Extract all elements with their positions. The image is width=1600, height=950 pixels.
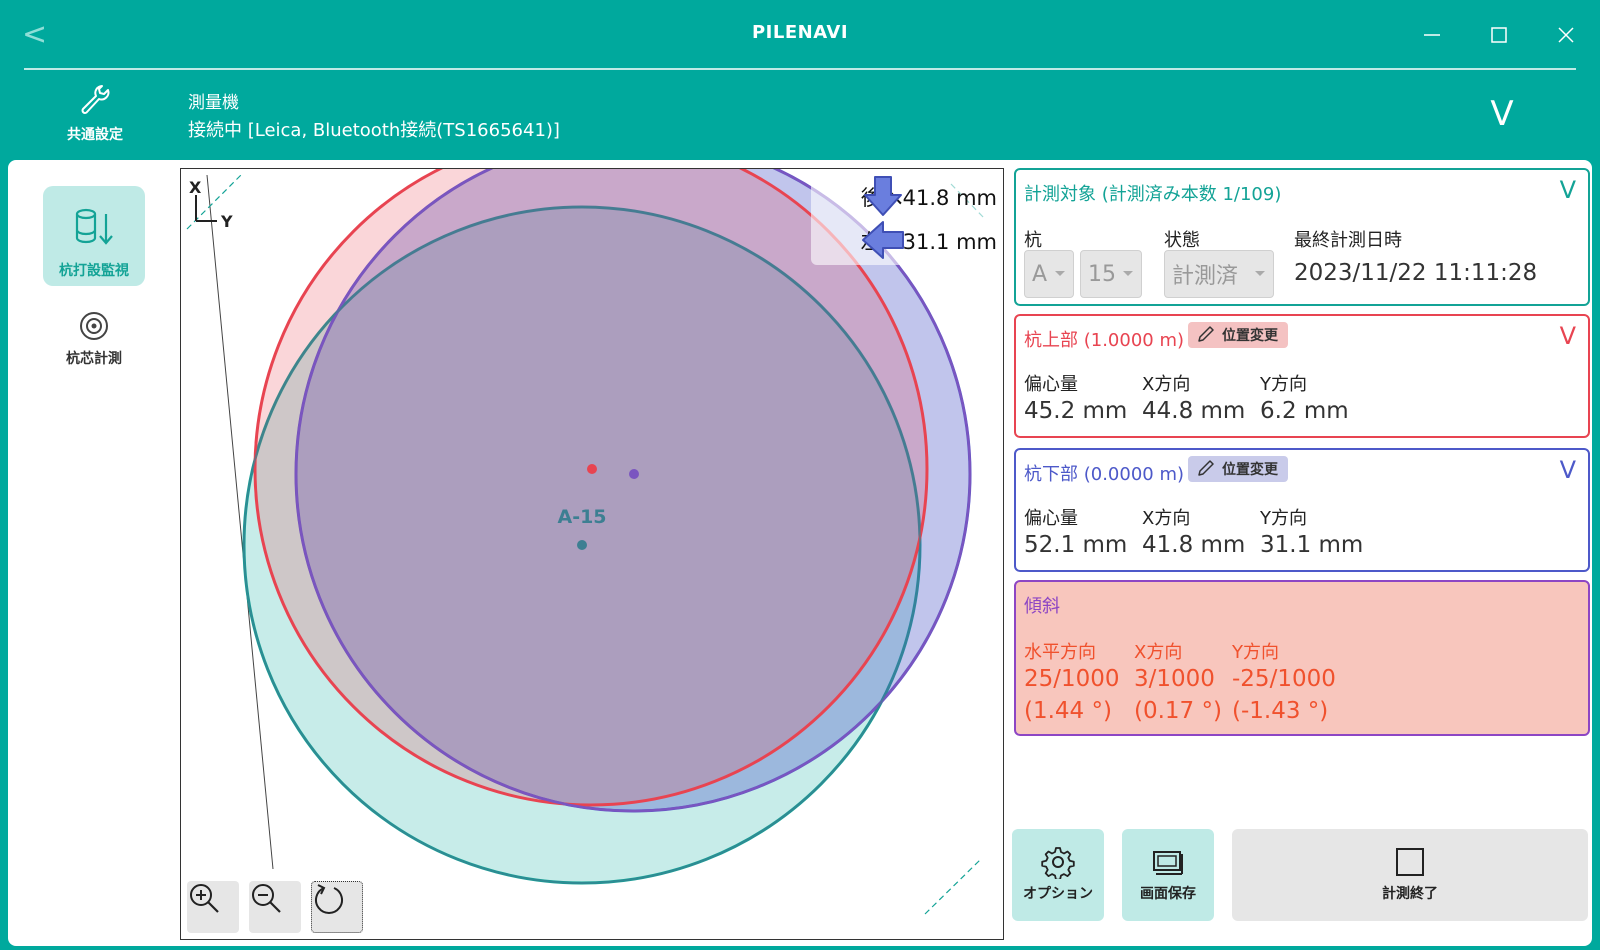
common-settings-button[interactable]: 共通設定 (50, 82, 140, 152)
x-direction-degree: (0.17 °) (1134, 698, 1222, 724)
pile-number-value: 15 (1088, 261, 1116, 287)
pile-plot: X Y A-15 (186, 169, 986, 915)
app-title: PILENAVI (751, 22, 849, 43)
horizontal-value: 25/1000 (1024, 666, 1120, 692)
pile-row-select[interactable]: A (1024, 250, 1074, 298)
chevron-down-icon (1123, 271, 1133, 276)
y-direction-label: Y方向 (1260, 508, 1307, 529)
last-measured-label: 最終計測日時 (1294, 230, 1402, 251)
y-direction-degree: (-1.43 °) (1232, 698, 1329, 724)
pile-label: 杭 (1024, 230, 1042, 251)
x-direction-label: X方向 (1142, 508, 1191, 529)
pile-top-center (587, 464, 597, 474)
x-direction-value: 41.8 mm (1142, 532, 1246, 558)
save-screen-button[interactable]: 画面保存 (1122, 829, 1214, 921)
device-title: 測量機 (188, 93, 239, 113)
zoom-in-button[interactable] (187, 881, 239, 933)
y-direction-label: Y方向 (1260, 374, 1307, 395)
last-measured-value: 2023/11/22 11:11:28 (1294, 260, 1538, 286)
rotate-icon (315, 884, 343, 914)
end-measurement-button[interactable]: 計測終了 (1232, 829, 1588, 921)
pile-top-expand-button[interactable]: V (1560, 322, 1576, 350)
stop-icon (1396, 848, 1424, 876)
x-direction-value: 3/1000 (1134, 666, 1215, 692)
sidebar-item-label: 杭芯計測 (66, 351, 122, 367)
sidebar-item-pile-center[interactable]: 杭芯計測 (43, 306, 145, 376)
pile-row-value: A (1032, 261, 1048, 287)
x-direction-label: X方向 (1142, 374, 1191, 395)
arrow-down-icon (863, 176, 902, 216)
options-label: オプション (1023, 886, 1093, 902)
y-direction-value: -25/1000 (1232, 666, 1336, 692)
minimize-icon[interactable] (1417, 20, 1447, 50)
state-value: 計測済 (1172, 264, 1239, 289)
reposition-label: 位置変更 (1222, 328, 1278, 344)
zoom-out-icon (252, 884, 281, 913)
eccentricity-value: 45.2 mm (1024, 398, 1128, 424)
sidebar-item-pile-monitor[interactable]: 杭打設監視 (43, 186, 145, 286)
common-settings-label: 共通設定 (67, 127, 123, 143)
move-back-hint: 後へ41.8 mm (861, 175, 997, 219)
pile-position-canvas[interactable]: X Y A-15 後へ41.8 mm 左へ31.1 mm (180, 168, 1004, 940)
zoom-out-button[interactable] (249, 881, 301, 933)
pile-bottom-panel: 杭下部 (0.0000 m) 位置変更 V 偏心量 52.1 mm X方向 41… (1014, 448, 1590, 572)
measurement-target-title: 計測対象 (計測済み本数 1/109) (1024, 184, 1282, 205)
pencil-icon (1198, 460, 1214, 476)
target-icon (80, 312, 108, 340)
pile-monitor-icon (75, 208, 113, 245)
tilt-title: 傾斜 (1024, 596, 1060, 617)
save-screen-label: 画面保存 (1140, 886, 1196, 902)
y-axis-label: Y (220, 212, 233, 231)
horizontal-degree: (1.44 °) (1024, 698, 1112, 724)
zoom-in-icon (190, 884, 219, 913)
state-select[interactable]: 計測済 (1164, 250, 1274, 298)
pile-top-panel: 杭上部 (1.0000 m) 位置変更 V 偏心量 45.2 mm X方向 44… (1014, 314, 1590, 438)
state-label: 状態 (1164, 230, 1200, 251)
screenshot-icon (1153, 851, 1183, 875)
pile-top-title: 杭上部 (1.0000 m) (1024, 330, 1185, 351)
title-bar: < PILENAVI (0, 0, 1600, 68)
measurement-target-panel: 計測対象 (計測済み本数 1/109) V 杭 A 15 状態 計測済 最終計測… (1014, 168, 1590, 306)
pile-bottom-title: 杭下部 (0.0000 m) (1024, 464, 1185, 485)
rotate-button[interactable] (311, 881, 363, 933)
eccentricity-value: 52.1 mm (1024, 532, 1128, 558)
x-direction-value: 44.8 mm (1142, 398, 1246, 424)
pile-number-select[interactable]: 15 (1080, 250, 1142, 298)
y-direction-value: 6.2 mm (1260, 398, 1349, 424)
pile-label: A-15 (557, 506, 606, 528)
design-center (577, 540, 587, 550)
chevron-down-icon (1255, 271, 1265, 276)
arrow-left-icon (861, 221, 904, 259)
sidebar-item-label: 杭打設監視 (59, 263, 129, 279)
close-icon[interactable] (1551, 20, 1581, 50)
y-direction-value: 31.1 mm (1260, 532, 1364, 558)
gear-icon (1041, 847, 1075, 881)
wrench-icon (81, 85, 110, 114)
move-left-hint: 左へ31.1 mm (861, 219, 997, 263)
pile-bottom-reposition-button[interactable]: 位置変更 (1188, 456, 1288, 482)
reposition-label: 位置変更 (1222, 462, 1278, 478)
corner-mark (924, 858, 982, 915)
pencil-icon (1198, 326, 1214, 342)
device-expand-button[interactable]: V (1484, 92, 1520, 136)
eccentricity-label: 偏心量 (1024, 374, 1078, 395)
chevron-down-icon (1055, 271, 1065, 276)
target-expand-button[interactable]: V (1560, 176, 1576, 204)
options-button[interactable]: オプション (1012, 829, 1104, 921)
horizontal-label: 水平方向 (1024, 642, 1096, 663)
maximize-icon[interactable] (1484, 20, 1514, 50)
device-status: 接続中 [Leica, Bluetooth接続(TS1665641)] (188, 120, 560, 141)
y-direction-label: Y方向 (1232, 642, 1279, 663)
x-direction-label: X方向 (1134, 642, 1183, 663)
eccentricity-label: 偏心量 (1024, 508, 1078, 529)
x-axis-label: X (189, 178, 202, 197)
end-measurement-label: 計測終了 (1382, 886, 1438, 902)
pile-bottom-center (629, 469, 639, 479)
main-panel: 杭打設監視 杭芯計測 X Y A-15 後へ41.8 mm 左へ31.1 mm … (8, 160, 1592, 946)
tilt-panel: 傾斜 水平方向 25/1000 (1.44 °) X方向 3/1000 (0.1… (1014, 580, 1590, 736)
pile-bottom-expand-button[interactable]: V (1560, 456, 1576, 484)
device-bar: 共通設定 測量機 接続中 [Leica, Bluetooth接続(TS16656… (0, 70, 1600, 158)
pile-top-reposition-button[interactable]: 位置変更 (1188, 322, 1288, 348)
